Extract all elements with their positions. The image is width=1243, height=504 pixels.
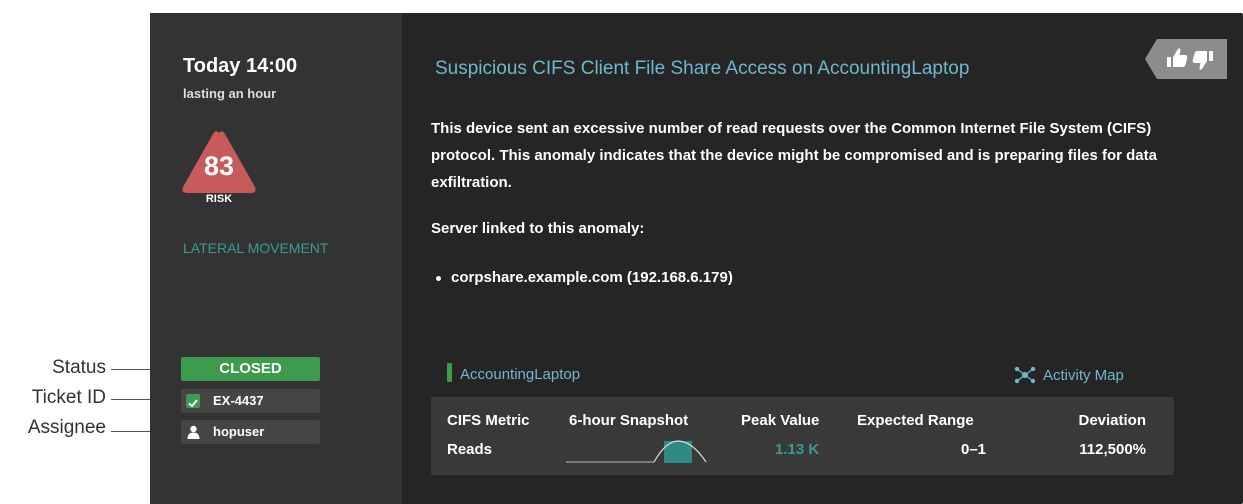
- sparkline-chart[interactable]: [566, 435, 716, 469]
- column-header-metric: CIFS Metric: [447, 412, 530, 429]
- assignee-text: hopuser: [213, 424, 265, 439]
- risk-label: RISK: [205, 193, 233, 205]
- status-badge[interactable]: CLOSED: [181, 357, 320, 381]
- column-header-expected: Expected Range: [857, 412, 974, 429]
- activity-map-label: Activity Map: [1043, 367, 1124, 384]
- detection-main: Suspicious CIFS Client File Share Access…: [402, 13, 1243, 504]
- checkmark-icon: [186, 394, 200, 408]
- activity-map-icon: [1014, 366, 1036, 384]
- ticket-id-callout-label: Ticket ID: [31, 387, 106, 408]
- detection-duration: lasting an hour: [183, 86, 277, 101]
- column-header-snapshot: 6-hour Snapshot: [569, 412, 689, 429]
- server-label: Server linked to this anomaly:: [431, 220, 645, 237]
- device-link[interactable]: AccountingLaptop: [460, 366, 580, 383]
- assignee-field[interactable]: hopuser: [181, 420, 320, 444]
- feedback-tab[interactable]: [1145, 39, 1227, 79]
- assignee-callout-label: Assignee: [27, 417, 106, 438]
- deviation-value: 112,500%: [1079, 441, 1146, 458]
- device-role-marker: [447, 363, 452, 382]
- metric-name[interactable]: Reads: [447, 441, 492, 458]
- bullet: [436, 276, 441, 281]
- metrics-table: CIFS Metric 6-hour Snapshot Peak Value E…: [431, 397, 1174, 475]
- detection-category[interactable]: LATERAL MOVEMENT: [183, 240, 328, 256]
- detection-time: Today 14:00: [183, 55, 298, 77]
- ticket-id-text: EX-4437: [213, 393, 264, 408]
- risk-score: 83: [203, 151, 235, 181]
- status-callout-label: Status: [52, 357, 106, 378]
- detection-card: Today 14:00 lasting an hour 83 RISK LATE…: [150, 13, 1243, 504]
- detection-sidebar: Today 14:00 lasting an hour 83 RISK LATE…: [150, 13, 402, 504]
- expected-range: 0–1: [961, 441, 987, 458]
- ticket-id-field[interactable]: EX-4437: [181, 389, 320, 413]
- peak-value: 1.13 K: [775, 441, 820, 458]
- column-header-deviation: Deviation: [1078, 412, 1146, 429]
- user-icon: [187, 425, 200, 439]
- detection-title[interactable]: Suspicious CIFS Client File Share Access…: [435, 58, 969, 80]
- server-list-item: corpshare.example.com (192.168.6.179): [436, 269, 733, 286]
- column-header-peak: Peak Value: [741, 412, 820, 429]
- server-link[interactable]: corpshare.example.com (192.168.6.179): [451, 269, 733, 286]
- detection-description: This device sent an excessive number of …: [431, 120, 1157, 191]
